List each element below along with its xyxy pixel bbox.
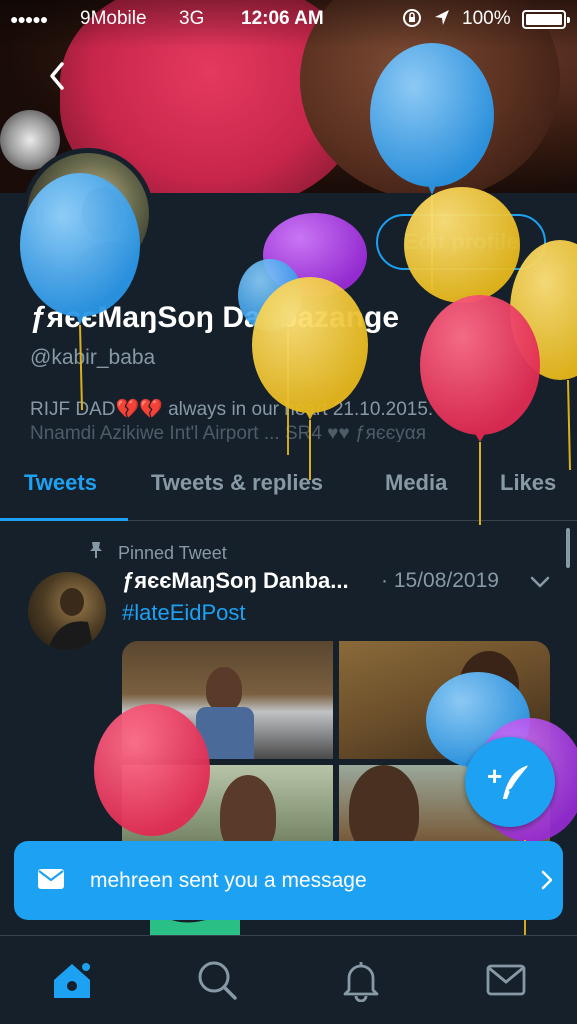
yellow-balloon: [252, 277, 368, 480]
messages-icon: [486, 964, 526, 996]
home-icon: [54, 963, 90, 998]
search-icon: [198, 961, 237, 1000]
toast-message-text: mehreen sent you a message: [90, 869, 367, 892]
chevron-right-icon: [541, 870, 553, 890]
bottom-tab-bar: [0, 935, 577, 1024]
nav-messages[interactable]: [484, 958, 528, 1002]
red-balloon: [94, 704, 210, 836]
compose-tweet-button[interactable]: +: [465, 737, 555, 827]
nav-notifications[interactable]: [339, 958, 383, 1003]
nav-search[interactable]: [195, 958, 239, 1002]
message-notification-toast[interactable]: mehreen sent you a message: [14, 841, 563, 920]
notifications-icon: [343, 962, 379, 1003]
nav-home[interactable]: [50, 958, 94, 1002]
yellow-balloon: [404, 187, 520, 303]
envelope-icon: [38, 869, 64, 889]
compose-tweet-icon: [503, 764, 530, 799]
red-balloon: [420, 295, 540, 525]
blue-balloon: [20, 173, 140, 411]
